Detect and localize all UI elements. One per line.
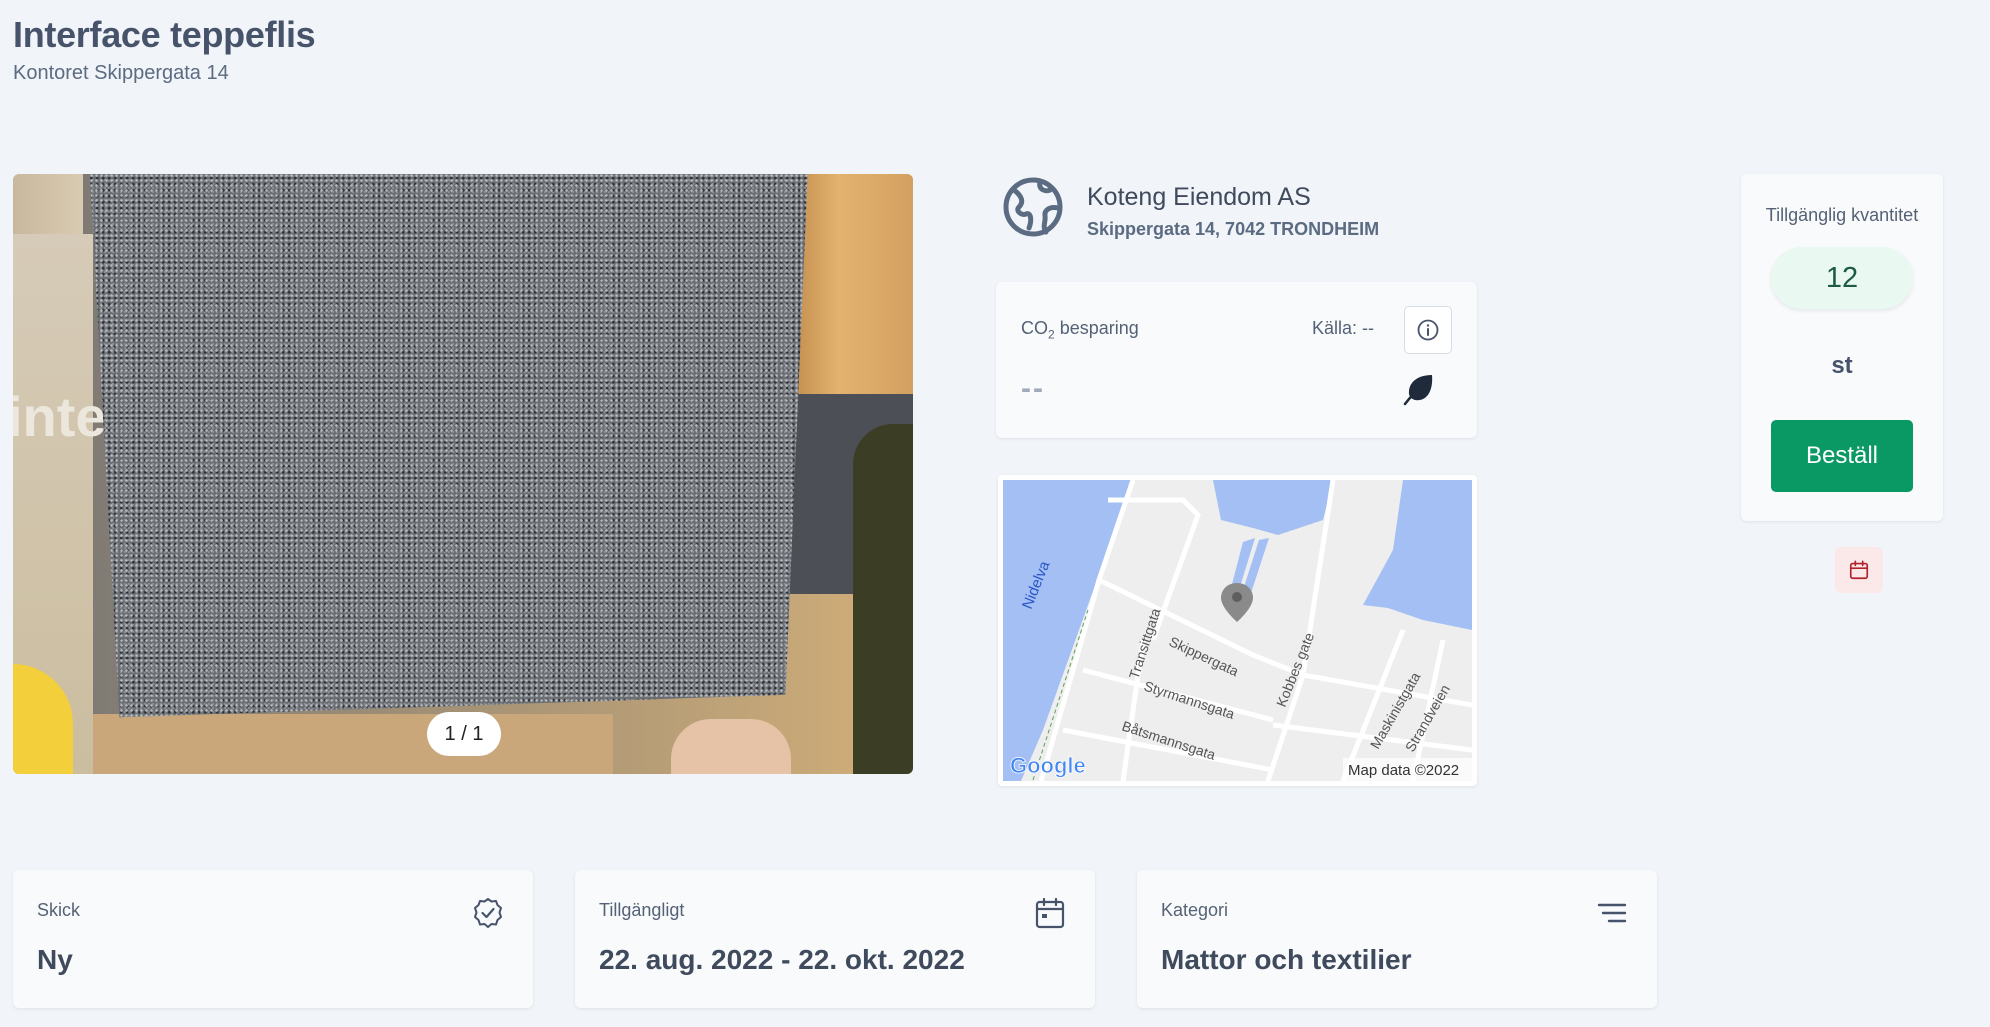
image-counter: 1 / 1 — [427, 712, 501, 756]
carpet-tile — [89, 174, 808, 718]
order-panel: Tillgänglig kvantitet 12 st Beställ — [1741, 174, 1943, 521]
quantity-unit: st — [1831, 352, 1853, 379]
category-value: Mattor och textilier — [1161, 944, 1412, 975]
co2-savings-card: CO2 besparing Källa: -- -- — [996, 282, 1477, 438]
location-map[interactable]: Nidelva Transittgata Skippergata Kobbes … — [998, 475, 1477, 786]
quantity-value[interactable]: 12 — [1771, 247, 1913, 309]
page-subtitle: Kontoret Skippergata 14 — [13, 62, 229, 84]
category-label: Kategori — [1161, 900, 1229, 920]
map-attribution: Map data ©2022 — [1348, 762, 1459, 779]
seller-name: Koteng Eiendom AS — [1087, 183, 1311, 211]
menu-lines-icon — [1597, 903, 1627, 923]
condition-label: Skick — [37, 900, 81, 920]
product-image[interactable]: inter 1 / 1 — [13, 174, 913, 774]
seller-address: Skippergata 14, 7042 TRONDHEIM — [1087, 219, 1380, 239]
page-title: Interface teppeflis — [13, 14, 316, 55]
order-button[interactable]: Beställ — [1771, 420, 1913, 492]
google-logo: Google — [1010, 753, 1086, 778]
calendar-button[interactable] — [1835, 547, 1883, 593]
category-card: Kategori Mattor och textilier — [1137, 870, 1657, 1008]
calendar-icon — [1849, 560, 1869, 580]
co2-value: -- — [1021, 372, 1045, 405]
quantity-label: Tillgänglig kvantitet — [1765, 205, 1919, 225]
availability-value: 22. aug. 2022 - 22. okt. 2022 — [599, 944, 965, 975]
leaf-icon — [1403, 375, 1433, 406]
condition-value: Ny — [37, 944, 73, 975]
info-icon — [1417, 319, 1439, 341]
calendar-icon — [1035, 897, 1065, 929]
co2-source: Källa: -- — [1312, 318, 1375, 338]
co2-label: CO2 besparing — [1021, 318, 1139, 342]
badge-check-icon — [474, 898, 502, 928]
availability-label: Tillgängligt — [599, 900, 685, 920]
condition-card: Skick Ny — [13, 870, 533, 1008]
info-button[interactable] — [1404, 306, 1452, 354]
map-canvas[interactable]: Nidelva Transittgata Skippergata Kobbes … — [1003, 480, 1472, 781]
globe-icon — [1003, 177, 1063, 237]
availability-card: Tillgängligt 22. aug. 2022 - 22. okt. 20… — [575, 870, 1095, 1008]
